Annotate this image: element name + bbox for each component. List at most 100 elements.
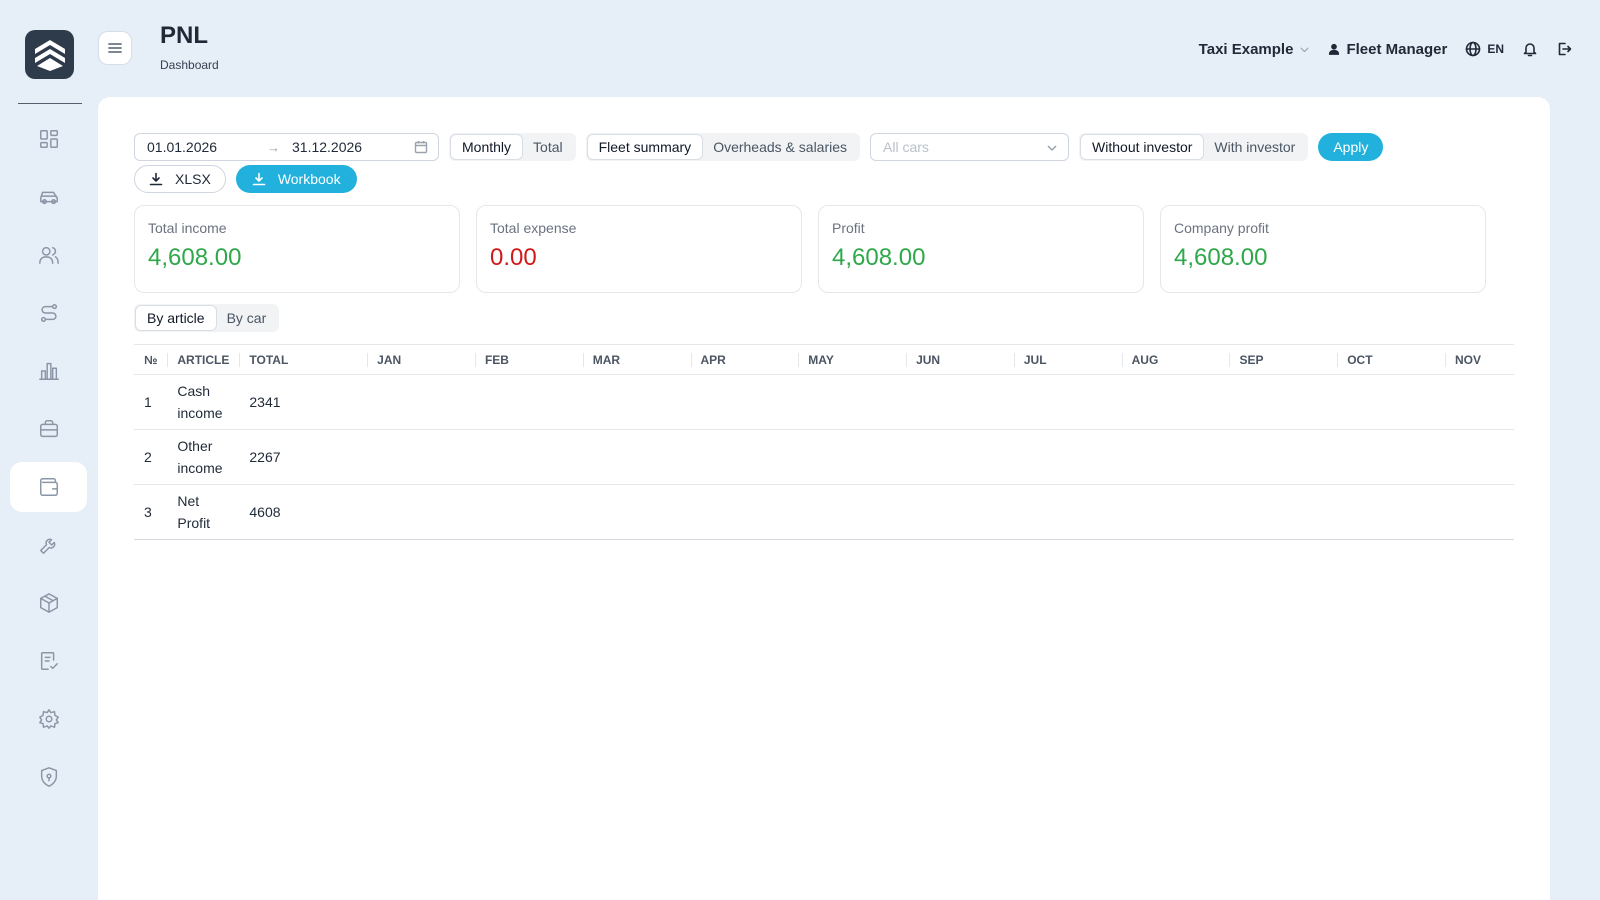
column-header[interactable]: AUG	[1121, 344, 1230, 375]
stat-value: 4,608.00	[148, 244, 242, 271]
sidebar-item-security[interactable]	[10, 752, 87, 802]
tab-by-article[interactable]: By article	[136, 306, 216, 330]
column-header[interactable]: FEB	[474, 344, 583, 375]
sidebar-item-checklists[interactable]	[10, 636, 87, 686]
user-name: Fleet Manager	[1346, 40, 1448, 58]
calendar-icon	[414, 141, 428, 154]
stat-label: Total income	[148, 220, 227, 236]
stat-label: Total expense	[490, 220, 577, 236]
period-toggle: Monthly Total	[449, 133, 576, 161]
export-workbook-button[interactable]: Workbook	[235, 165, 357, 193]
cars-select[interactable]: All cars	[870, 133, 1070, 161]
table-row[interactable]: 1 Cash income 2341	[134, 374, 1514, 430]
stat-value: 0.00	[490, 244, 537, 271]
header-actions: Taxi Example Fleet Manager EN	[1199, 38, 1572, 60]
view-fleet-summary-option[interactable]: Fleet summary	[587, 135, 703, 159]
user-icon	[1329, 43, 1340, 55]
cars-select-placeholder: All cars	[883, 139, 929, 155]
stat-label: Profit	[832, 220, 865, 236]
box-icon	[39, 593, 58, 613]
globe-icon	[1466, 41, 1481, 57]
breadcrumb[interactable]: Dashboard	[160, 58, 219, 72]
table-row[interactable]: 3 Net Profit 4608	[134, 484, 1514, 540]
company-selector[interactable]: Taxi Example	[1199, 41, 1311, 58]
download-icon	[252, 172, 266, 186]
sidebar-item-inventory[interactable]	[10, 578, 87, 628]
date-range-picker[interactable]: 01.01.2026 → 31.12.2026	[134, 133, 439, 161]
stat-card-company-profit: Company profit 4,608.00	[1160, 205, 1486, 293]
stat-card-profit: Profit 4,608.00	[818, 205, 1144, 293]
column-header[interactable]: MAR	[582, 344, 691, 375]
with-investor-option[interactable]: With investor	[1203, 135, 1306, 159]
column-header[interactable]: NOV	[1445, 344, 1514, 375]
stat-value: 4,608.00	[1174, 244, 1268, 271]
column-header[interactable]: MAY	[798, 344, 907, 375]
table-header-row: № ARTICLE TOTAL JAN FEB MAR APR MAY JUN …	[134, 344, 1514, 375]
sidebar-item-drivers[interactable]	[10, 230, 87, 280]
tab-by-car[interactable]: By car	[216, 306, 278, 330]
row-article: Cash income	[167, 374, 240, 430]
sidebar-item-cars[interactable]	[10, 172, 87, 222]
chart-icon	[38, 362, 59, 380]
sidebar-item-pnl[interactable]	[10, 462, 87, 512]
apply-button[interactable]: Apply	[1318, 133, 1384, 161]
table-row[interactable]: 2 Other income 2267	[134, 429, 1514, 485]
bell-icon	[1523, 43, 1537, 57]
column-header[interactable]: ARTICLE	[167, 344, 240, 375]
sidebar-item-maintenance[interactable]	[10, 520, 87, 570]
column-header[interactable]: OCT	[1337, 344, 1445, 375]
users-icon	[38, 246, 59, 264]
row-number: 2	[134, 429, 168, 485]
arrow-right-icon: →	[267, 139, 280, 155]
view-overheads-option[interactable]: Overheads & salaries	[702, 135, 858, 159]
export-xlsx-button[interactable]: XLSX	[134, 165, 226, 193]
stat-card-total-expense: Total expense 0.00	[476, 205, 802, 293]
main-panel: 01.01.2026 → 31.12.2026 Monthly Total Fl…	[98, 97, 1550, 900]
hamburger-icon	[108, 43, 122, 53]
route-icon	[40, 304, 57, 322]
period-monthly-option[interactable]: Monthly	[451, 135, 523, 159]
summary-cards: Total income 4,608.00 Total expense 0.00…	[134, 205, 1486, 293]
grouping-tabs: By article By car	[134, 304, 280, 332]
without-investor-option[interactable]: Without investor	[1081, 135, 1204, 159]
export-xlsx-label: XLSX	[175, 171, 211, 187]
sidebar-item-business[interactable]	[10, 404, 87, 454]
column-header[interactable]: APR	[690, 344, 799, 375]
sidebar-item-dashboard[interactable]	[10, 114, 87, 164]
column-header[interactable]: SEP	[1229, 344, 1338, 375]
column-header[interactable]: JUN	[906, 344, 1014, 375]
column-header[interactable]: JAN	[367, 344, 475, 375]
menu-toggle-button[interactable]	[98, 31, 132, 65]
sidebar-item-routes[interactable]	[10, 288, 87, 338]
logo-icon	[34, 39, 65, 71]
notifications-button[interactable]	[1522, 41, 1538, 57]
language-selector[interactable]: EN	[1465, 41, 1504, 57]
stat-card-total-income: Total income 4,608.00	[134, 205, 460, 293]
checklist-icon	[40, 652, 58, 670]
wallet-icon	[39, 478, 58, 496]
logout-button[interactable]	[1556, 41, 1572, 57]
app-logo[interactable]	[25, 30, 74, 79]
gear-icon	[38, 709, 59, 729]
sidebar	[0, 0, 96, 900]
date-to[interactable]: 31.12.2026	[292, 139, 362, 155]
period-total-option[interactable]: Total	[522, 135, 574, 159]
filter-bar: 01.01.2026 → 31.12.2026 Monthly Total Fl…	[134, 133, 1384, 161]
date-from[interactable]: 01.01.2026	[147, 139, 267, 155]
row-article: Net Profit	[167, 484, 240, 540]
sidebar-item-reports[interactable]	[10, 346, 87, 396]
column-header[interactable]: TOTAL	[239, 344, 368, 375]
user-menu[interactable]: Fleet Manager	[1328, 41, 1447, 58]
view-toggle: Fleet summary Overheads & salaries	[585, 133, 861, 161]
column-header[interactable]: №	[134, 344, 168, 375]
logout-icon	[1558, 42, 1572, 56]
row-number: 3	[134, 484, 168, 540]
sidebar-item-settings[interactable]	[10, 694, 87, 744]
sidebar-divider	[18, 103, 82, 104]
row-number: 1	[134, 374, 168, 430]
stat-value: 4,608.00	[832, 244, 926, 271]
row-total: 4608	[239, 484, 368, 540]
column-header[interactable]: JUL	[1013, 344, 1122, 375]
wrench-icon	[39, 538, 55, 554]
export-workbook-label: Workbook	[277, 171, 341, 187]
